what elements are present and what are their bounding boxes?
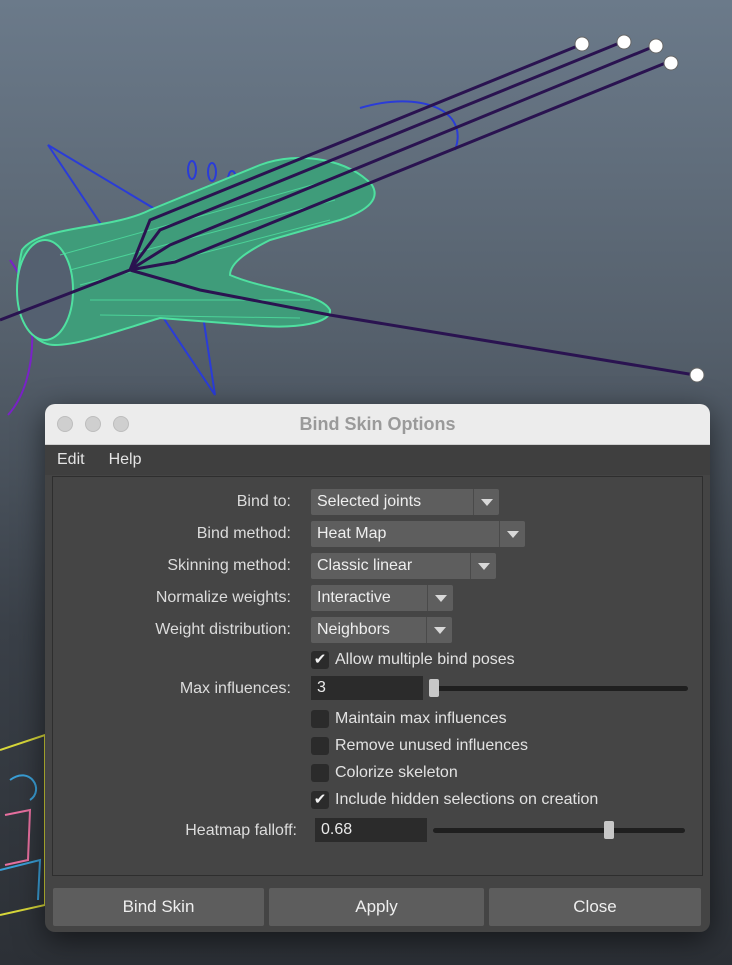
maintain-max-influences-checkbox[interactable] [311, 710, 329, 728]
row-heatmap-falloff: Heatmap falloff: 0.68 [53, 818, 702, 844]
chevron-down-icon [499, 521, 525, 547]
chevron-down-icon [426, 617, 452, 643]
max-influences-field[interactable]: 3 [311, 676, 423, 700]
title-bar[interactable]: Bind Skin Options [45, 404, 710, 445]
remove-unused-influences-checkbox[interactable] [311, 737, 329, 755]
row-bind-to: Bind to: Selected joints [53, 489, 702, 515]
max-influences-slider-track[interactable] [433, 686, 688, 691]
close-button[interactable]: Close [489, 888, 701, 926]
row-allow-multiple-bind-poses: ✔ Allow multiple bind poses [53, 649, 702, 675]
button-bar: Bind Skin Apply Close [45, 888, 710, 928]
row-skinning-method: Skinning method: Classic linear [53, 553, 702, 579]
include-hidden-selections-checkbox[interactable]: ✔ [311, 791, 329, 809]
menu-bar: Edit Help [45, 445, 710, 475]
skinning-method-dropdown[interactable]: Classic linear [311, 553, 496, 579]
include-hidden-selections-label: Include hidden selections on creation [335, 791, 599, 808]
row-max-influences: Max influences: 3 [53, 676, 702, 702]
chevron-down-icon [427, 585, 453, 611]
weight-distribution-value: Neighbors [317, 621, 390, 638]
bind-skin-button[interactable]: Bind Skin [53, 888, 264, 926]
normalize-weights-dropdown[interactable]: Interactive [311, 585, 453, 611]
max-influences-slider-thumb[interactable] [429, 679, 439, 697]
heatmap-falloff-slider-thumb[interactable] [604, 821, 615, 839]
options-panel: Bind to: Selected joints Bind method: He… [52, 476, 703, 876]
normalize-weights-value: Interactive [317, 589, 391, 606]
row-include-hidden-selections: ✔ Include hidden selections on creation [53, 789, 702, 815]
row-normalize-weights: Normalize weights: Interactive [53, 585, 702, 611]
hand-mesh[interactable] [16, 156, 376, 347]
window-title: Bind Skin Options [299, 414, 456, 434]
bind-to-label: Bind to: [236, 493, 291, 510]
background-objects [0, 733, 46, 916]
colorize-skeleton-label: Colorize skeleton [335, 764, 458, 781]
menu-edit[interactable]: Edit [45, 445, 97, 475]
row-weight-distribution: Weight distribution: Neighbors [53, 617, 702, 643]
heatmap-falloff-field[interactable]: 0.68 [315, 818, 427, 842]
heatmap-falloff-label: Heatmap falloff: [185, 822, 297, 839]
joint-end-locators[interactable] [574, 34, 705, 383]
bind-to-dropdown[interactable]: Selected joints [311, 489, 499, 515]
colorize-skeleton-checkbox[interactable] [311, 764, 329, 782]
bind-method-label: Bind method: [196, 525, 291, 542]
normalize-weights-label: Normalize weights: [155, 589, 291, 606]
max-influences-label: Max influences: [179, 680, 291, 697]
row-colorize-skeleton: Colorize skeleton [53, 762, 702, 788]
menu-help[interactable]: Help [97, 445, 154, 475]
weight-distribution-label: Weight distribution: [155, 621, 291, 638]
bind-skin-options-dialog: Bind Skin Options Edit Help Bind to: Sel… [45, 404, 710, 932]
row-remove-unused-influences: Remove unused influences [53, 735, 702, 761]
allow-multiple-bind-poses-checkbox[interactable]: ✔ [311, 651, 329, 669]
maintain-max-influences-label: Maintain max influences [335, 710, 507, 727]
weight-distribution-dropdown[interactable]: Neighbors [311, 617, 452, 643]
row-maintain-max-influences: Maintain max influences [53, 708, 702, 734]
bind-method-dropdown[interactable]: Heat Map [311, 521, 525, 547]
apply-button[interactable]: Apply [269, 888, 484, 926]
allow-multiple-bind-poses-label: Allow multiple bind poses [335, 651, 515, 668]
bind-to-value: Selected joints [317, 493, 422, 510]
chevron-down-icon [470, 553, 496, 579]
remove-unused-influences-label: Remove unused influences [335, 737, 529, 754]
chevron-down-icon [473, 489, 499, 515]
skinning-method-value: Classic linear [317, 557, 413, 574]
heatmap-falloff-slider-track[interactable] [433, 828, 685, 833]
row-bind-method: Bind method: Heat Map [53, 521, 702, 547]
bind-method-value: Heat Map [317, 525, 387, 542]
skinning-method-label: Skinning method: [167, 557, 291, 574]
